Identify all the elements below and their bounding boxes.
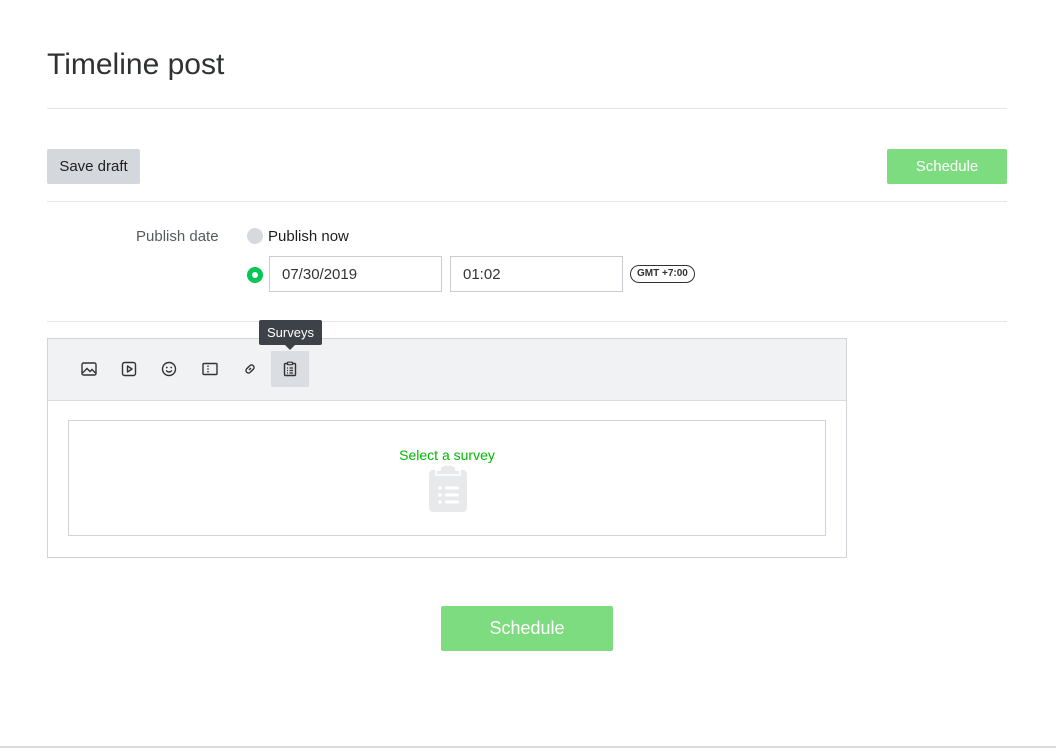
publish-now-label[interactable]: Publish now (268, 228, 349, 245)
page-title: Timeline post (47, 48, 225, 81)
survey-tool-button[interactable] (271, 351, 309, 387)
schedule-button-top[interactable]: Schedule (887, 149, 1007, 184)
survey-icon (283, 361, 297, 377)
image-tool-button[interactable] (70, 351, 108, 387)
scheduled-radio[interactable] (247, 267, 263, 283)
timezone-badge: GMT +7:00 (630, 265, 695, 283)
link-icon (245, 364, 255, 374)
sticker-tool-button[interactable] (150, 351, 188, 387)
save-draft-button[interactable]: Save draft (47, 149, 140, 184)
publish-time-input[interactable] (450, 256, 623, 292)
publish-date-label: Publish date (136, 228, 219, 245)
survey-placeholder-icon (429, 465, 467, 512)
coupon-tool-button[interactable] (191, 351, 229, 387)
publish-date-input[interactable] (269, 256, 442, 292)
editor-toolbar (48, 339, 846, 401)
coupon-icon (202, 362, 218, 376)
link-tool-button[interactable] (231, 351, 269, 387)
publish-now-radio[interactable] (247, 228, 263, 244)
divider (47, 108, 1007, 109)
divider (47, 321, 1007, 322)
video-icon (121, 361, 137, 377)
tooltip-arrow (285, 345, 295, 350)
video-tool-button[interactable] (110, 351, 148, 387)
sticker-icon (161, 361, 177, 377)
page-bottom-border (0, 746, 1056, 748)
divider (47, 201, 1007, 202)
radio-selected-dot (252, 272, 258, 278)
schedule-button-bottom[interactable]: Schedule (441, 606, 613, 651)
image-icon (81, 362, 97, 376)
surveys-tooltip: Surveys (259, 320, 322, 345)
post-editor: Select a survey (47, 338, 847, 558)
select-survey-area[interactable]: Select a survey (68, 420, 826, 536)
select-survey-link[interactable]: Select a survey (69, 447, 825, 463)
